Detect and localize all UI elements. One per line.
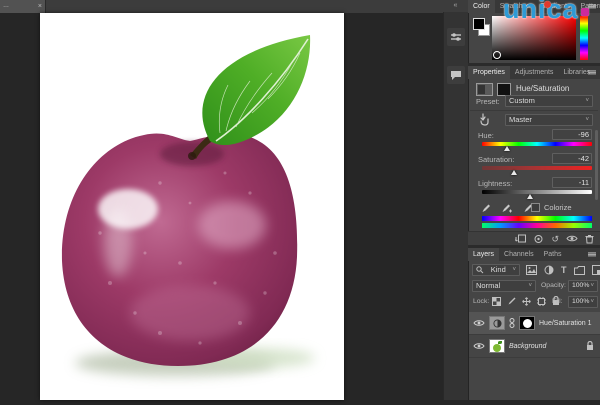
- lock-paint-icon[interactable]: [507, 297, 516, 306]
- tab-paths[interactable]: Paths: [539, 248, 567, 261]
- background-lock-icon[interactable]: [586, 341, 594, 351]
- panel-menu-icon[interactable]: [588, 70, 596, 71]
- mask-link-icon[interactable]: [509, 317, 515, 329]
- eyedropper-icon[interactable]: [480, 203, 490, 214]
- layer-row-hue-saturation[interactable]: Hue/Saturation 1: [469, 312, 600, 335]
- opacity-dropdown[interactable]: 100%˅: [568, 280, 598, 292]
- search-icon: [476, 266, 484, 274]
- reset-icon[interactable]: ↺: [551, 234, 559, 244]
- saturation-label: Saturation:: [478, 155, 514, 164]
- layer-name: Hue/Saturation 1: [539, 320, 592, 327]
- input-spectrum-bar: [482, 216, 592, 221]
- filter-adjustment-icon[interactable]: [544, 265, 554, 275]
- saturation-slider[interactable]: [482, 166, 592, 176]
- adjustment-icon: [476, 83, 493, 96]
- tab-adjustments[interactable]: Adjustments: [510, 66, 559, 79]
- tab-properties[interactable]: Properties: [468, 66, 510, 79]
- adjustment-title: Hue/Saturation: [516, 84, 569, 93]
- tab-libraries[interactable]: Libraries: [558, 66, 595, 79]
- lightness-slider[interactable]: [482, 190, 592, 200]
- tab-color[interactable]: Color: [468, 0, 495, 13]
- lightness-label: Lightness:: [478, 179, 512, 188]
- saturation-slider-thumb[interactable]: [511, 170, 517, 175]
- adjustment-layer-thumbnail[interactable]: [489, 316, 505, 330]
- document-tab[interactable]: … ×: [0, 0, 46, 13]
- eye-icon[interactable]: [473, 319, 485, 327]
- layers-panel: Layers Channels Paths: [468, 248, 600, 261]
- panel-menu-icon[interactable]: [588, 4, 596, 5]
- properties-panel: Properties Adjustments Libraries: [468, 66, 600, 79]
- canvas-image[interactable]: [40, 13, 344, 400]
- apple-artwork: [40, 13, 344, 400]
- filter-pixel-icon[interactable]: [526, 265, 537, 275]
- layer-name: Background: [509, 343, 546, 350]
- colorize-label: Colorize: [544, 203, 572, 212]
- hue-slider[interactable]: [482, 142, 592, 152]
- leaf: [202, 35, 310, 145]
- scrollbar[interactable]: [595, 130, 598, 200]
- logo-text-right: ca: [547, 0, 579, 24]
- tab-layers[interactable]: Layers: [468, 248, 499, 261]
- document-tab-bar: … ×: [0, 0, 443, 13]
- trash-icon[interactable]: [585, 234, 594, 244]
- layer-row-background[interactable]: Background: [469, 335, 600, 358]
- blend-mode-dropdown[interactable]: Normal˅: [472, 280, 536, 292]
- opacity-label: Opacity:: [541, 282, 566, 289]
- eyedropper-plus-icon[interactable]: [500, 203, 512, 214]
- panel-dock: [443, 0, 469, 400]
- logo-text-left: uni: [503, 0, 547, 24]
- preset-label: Preset:: [476, 97, 500, 106]
- hue-strip[interactable]: [580, 16, 588, 60]
- fill-dropdown[interactable]: 100%˅: [568, 296, 598, 308]
- properties-footer: ↺: [468, 231, 600, 245]
- preset-dropdown[interactable]: Custom˅: [505, 95, 593, 107]
- filter-shape-icon[interactable]: [574, 266, 585, 275]
- targeted-adjustment-icon[interactable]: [478, 113, 491, 131]
- dock-collapse-button[interactable]: «: [443, 0, 468, 12]
- document-tab-label: …: [3, 0, 9, 13]
- lock-transparency-icon[interactable]: [492, 297, 501, 306]
- foreground-color-swatch[interactable]: [473, 18, 485, 30]
- hue-value[interactable]: -96: [552, 129, 592, 140]
- lock-move-icon[interactable]: [522, 297, 531, 306]
- logo-i-dot: [544, 1, 551, 8]
- channel-dropdown[interactable]: Master˅: [505, 114, 593, 126]
- visibility-eye-icon[interactable]: [566, 234, 578, 243]
- lock-label: Lock:: [473, 298, 489, 305]
- tab-channels[interactable]: Channels: [499, 248, 539, 261]
- comments-dock-icon[interactable]: [447, 66, 465, 84]
- previous-state-icon[interactable]: [533, 234, 544, 244]
- lock-artboard-icon[interactable]: [537, 297, 546, 306]
- eye-icon[interactable]: [473, 342, 485, 350]
- panel-menu-icon[interactable]: [588, 252, 596, 253]
- colorize-checkbox[interactable]: [531, 203, 540, 212]
- colorize-option: Colorize: [531, 203, 572, 212]
- color-picker-cursor[interactable]: [493, 51, 501, 59]
- clip-to-layer-icon[interactable]: [515, 234, 526, 244]
- close-icon[interactable]: ×: [38, 0, 42, 13]
- background-layer-thumbnail[interactable]: [489, 339, 505, 353]
- logo-square-dot: [581, 8, 589, 16]
- fill-label: Fill:: [552, 298, 563, 305]
- hue-label: Hue:: [478, 131, 494, 140]
- lightness-slider-thumb[interactable]: [527, 194, 533, 199]
- filter-smart-object-icon[interactable]: [592, 265, 600, 275]
- lightness-value[interactable]: -11: [552, 177, 592, 188]
- sliders-icon: [450, 31, 462, 43]
- output-spectrum-bar: [482, 223, 592, 228]
- hue-slider-thumb[interactable]: [504, 146, 510, 151]
- layer-filter-dropdown[interactable]: Kind˅: [472, 264, 520, 276]
- layer-mask-thumbnail[interactable]: [519, 316, 535, 330]
- properties-dock-icon[interactable]: [447, 28, 465, 46]
- saturation-value[interactable]: -42: [552, 153, 592, 164]
- unica-logo: unica: [503, 0, 579, 25]
- speech-bubble-icon: [450, 69, 462, 81]
- filter-type-icon[interactable]: T: [561, 265, 567, 275]
